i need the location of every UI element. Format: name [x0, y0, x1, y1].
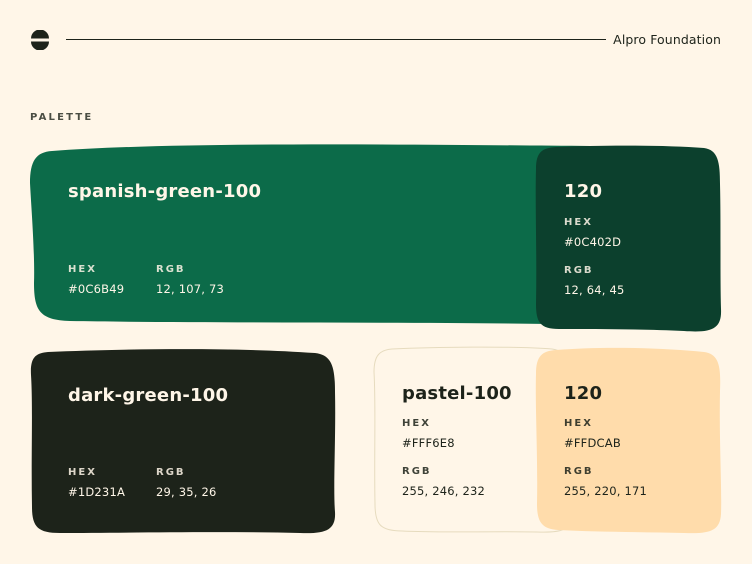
swatch-card-dark-green-100: dark-green-100 HEX #1D231A RGB 29, 35, 2… [30, 347, 336, 534]
brand-name: Alpro Foundation [613, 32, 721, 47]
swatch-shape-dark-green-100 [30, 349, 336, 534]
swatch-name: dark-green-100 [68, 385, 229, 406]
swatch-name: pastel-100 [402, 383, 512, 404]
hex-caption: HEX [402, 418, 431, 429]
hex-value: #1D231A [68, 485, 126, 499]
rgb-value: 255, 220, 171 [564, 484, 648, 498]
hex-value: #0C402D [564, 235, 622, 249]
rgb-value: 12, 107, 73 [156, 282, 225, 296]
header-divider [66, 39, 606, 40]
swatch-card-spanish-green-120: 120 HEX #0C402D RGB 12, 64, 45 [534, 144, 722, 332]
swatch-name: 120 [564, 181, 603, 202]
hex-caption: HEX [564, 418, 593, 429]
section-title: PALETTE [30, 112, 94, 123]
swatch-shape-pastel-120 [535, 347, 722, 534]
rgb-caption: RGB [564, 265, 594, 276]
swatch-name: 120 [564, 383, 603, 404]
rgb-value: 255, 246, 232 [402, 484, 486, 498]
hex-value: #0C6B49 [68, 282, 125, 296]
hex-caption: HEX [68, 264, 97, 275]
rgb-caption: RGB [564, 466, 594, 477]
hex-caption: HEX [68, 467, 97, 478]
rgb-caption: RGB [402, 466, 432, 477]
hex-value: #FFDCAB [564, 436, 621, 450]
rgb-value: 29, 35, 26 [156, 485, 217, 499]
swatch-shape-spanish-green-100 [30, 144, 610, 325]
swatch-shape-spanish-green-120 [535, 145, 722, 332]
hex-caption: HEX [564, 217, 593, 228]
rgb-value: 12, 64, 45 [564, 283, 625, 297]
swatch-card-pastel-120: 120 HEX #FFDCAB RGB 255, 220, 171 [534, 346, 722, 534]
rgb-caption: RGB [156, 264, 186, 275]
logo-icon [31, 30, 49, 50]
swatch-name: spanish-green-100 [68, 181, 262, 202]
swatch-card-spanish-green-100: spanish-green-100 HEX #0C6B49 RGB 12, 10… [30, 143, 610, 325]
hex-value: #FFF6E8 [402, 436, 455, 450]
rgb-caption: RGB [156, 467, 186, 478]
